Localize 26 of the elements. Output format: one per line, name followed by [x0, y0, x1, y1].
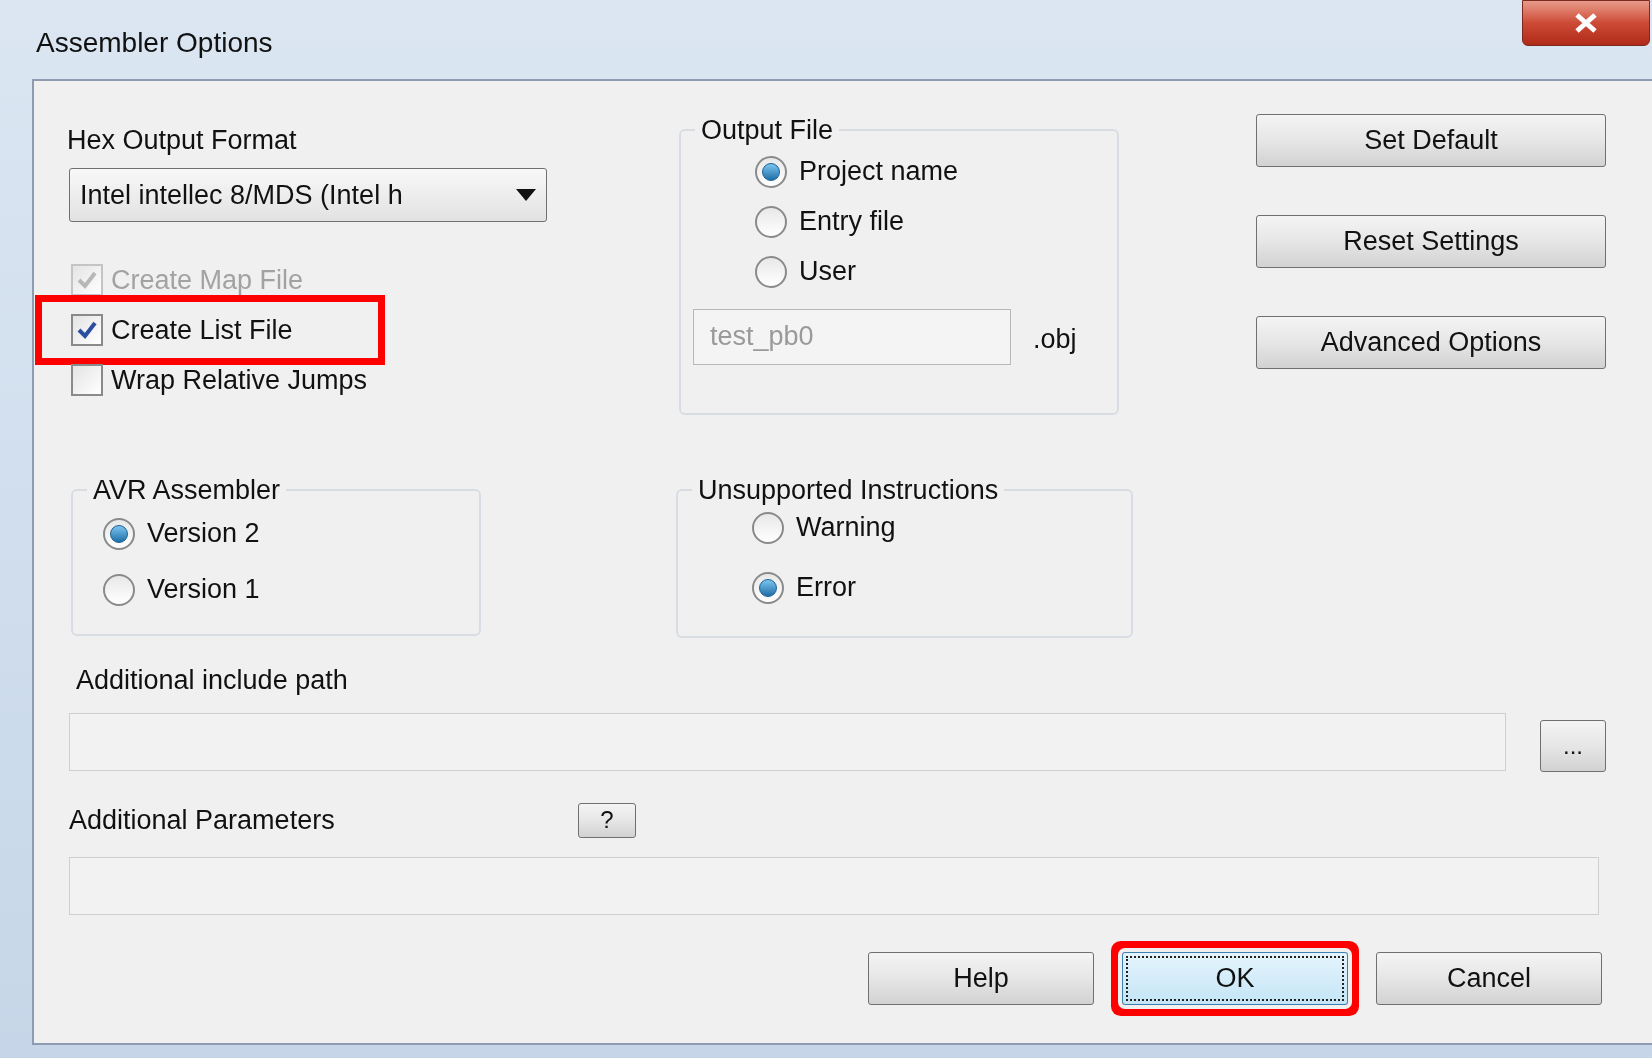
format-dropdown[interactable]: Intel intellec 8/MDS (Intel h: [69, 168, 547, 222]
side-button[interactable]: Reset Settings: [1256, 215, 1606, 268]
radio-label: Project name: [799, 155, 959, 189]
side-button[interactable]: Set Default: [1256, 114, 1606, 167]
dialog-button[interactable]: Cancel: [1376, 951, 1602, 1005]
radio-label: Warning: [796, 511, 896, 545]
side-button[interactable]: Advanced Options: [1256, 316, 1606, 369]
radio-label: Error: [796, 571, 856, 605]
group-title: AVR Assembler: [92, 474, 282, 507]
browse-button[interactable]: ...: [1540, 720, 1606, 772]
field-label: Additional Parameters: [69, 804, 336, 837]
radio-label: Version 2: [147, 517, 260, 551]
field-label: Additional include path: [76, 664, 349, 697]
checkbox-label: Create List File: [111, 313, 293, 347]
checkbox-label: Create Map File: [111, 263, 304, 297]
radio-label: Version 1: [147, 573, 260, 607]
field-label: Hex Output Format: [67, 124, 298, 154]
group-title: Output File: [700, 114, 835, 147]
radio-label: Entry file: [799, 205, 905, 239]
help-mark-button[interactable]: ?: [578, 802, 636, 838]
checkbox-label: Wrap Relative Jumps: [111, 363, 368, 397]
group-title: Unsupported Instructions: [697, 474, 1000, 507]
window-title: Assembler Options: [36, 26, 273, 60]
radio-label: User: [799, 255, 856, 289]
extension-label: .obj: [1033, 323, 1077, 357]
dialog-button[interactable]: Help: [868, 951, 1094, 1005]
